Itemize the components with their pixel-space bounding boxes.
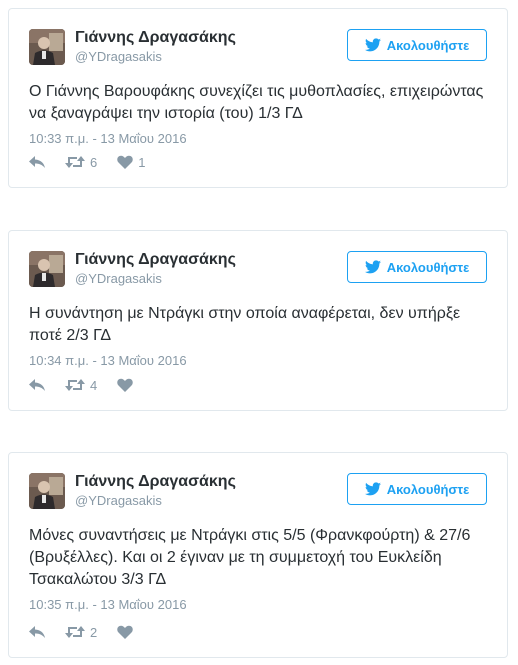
retweet-action[interactable]: 6 — [65, 155, 97, 170]
twitter-bird-icon — [364, 38, 381, 52]
twitter-bird-icon — [364, 260, 381, 274]
avatar[interactable] — [29, 251, 65, 287]
reply-icon — [29, 626, 45, 638]
like-action[interactable]: 1 — [117, 155, 145, 170]
author-name[interactable]: Γιάννης Δραγασάκης — [75, 251, 236, 269]
tweet-text: Ο Γιάννης Βαρουφάκης συνεχίζει τις μυθοπ… — [29, 83, 484, 122]
tweet-timestamp[interactable]: 10:33 π.μ. - 13 Μαΐου 2016 — [29, 131, 487, 146]
tweet-header: Γιάννης Δραγασάκης @YDragasakis Ακολουθή… — [29, 251, 487, 291]
retweet-count: 2 — [90, 624, 98, 640]
tweet-text: Μόνες συναντήσεις με Ντράγκι στις 5/5 (Φ… — [29, 527, 471, 588]
reply-icon — [29, 379, 45, 391]
tweet-text: Η συνάντηση με Ντράγκι στην οποία αναφέρ… — [29, 305, 461, 344]
tweet-timestamp[interactable]: 10:34 π.μ. - 13 Μαΐου 2016 — [29, 353, 487, 368]
tweet-actions: 4 — [29, 376, 158, 394]
tweet-card: Γιάννης Δραγασάκης @YDragasakis Ακολουθή… — [8, 452, 508, 658]
reply-icon — [29, 156, 45, 168]
heart-icon — [117, 155, 133, 169]
follow-button[interactable]: Ακολουθήστε — [347, 473, 487, 505]
retweet-count: 4 — [90, 377, 98, 393]
author-handle[interactable]: @YDragasakis — [75, 49, 162, 64]
tweet-timestamp[interactable]: 10:35 π.μ. - 13 Μαΐου 2016 — [29, 597, 487, 612]
retweet-icon — [65, 626, 85, 638]
retweet-icon — [65, 379, 85, 391]
avatar[interactable] — [29, 29, 65, 65]
follow-button[interactable]: Ακολουθήστε — [347, 251, 487, 283]
tweet-card: Γιάννης Δραγασάκης @YDragasakis Ακολουθή… — [8, 8, 508, 188]
heart-icon — [117, 378, 133, 392]
follow-label: Ακολουθήστε — [386, 259, 470, 275]
follow-button[interactable]: Ακολουθήστε — [347, 29, 487, 61]
like-count: 1 — [138, 154, 146, 170]
like-action[interactable] — [117, 625, 138, 639]
retweet-action[interactable]: 2 — [65, 625, 97, 640]
author-name[interactable]: Γιάννης Δραγασάκης — [75, 29, 236, 47]
reply-action[interactable] — [29, 155, 45, 169]
twitter-bird-icon — [364, 482, 381, 496]
retweet-action[interactable]: 4 — [65, 378, 97, 393]
reply-action[interactable] — [29, 625, 45, 639]
retweet-count: 6 — [90, 154, 98, 170]
avatar[interactable] — [29, 473, 65, 509]
author-handle[interactable]: @YDragasakis — [75, 493, 162, 508]
like-action[interactable] — [117, 378, 138, 392]
author-handle[interactable]: @YDragasakis — [75, 271, 162, 286]
tweet-header: Γιάννης Δραγασάκης @YDragasakis Ακολουθή… — [29, 473, 487, 513]
author-name[interactable]: Γιάννης Δραγασάκης — [75, 473, 236, 491]
follow-label: Ακολουθήστε — [386, 37, 470, 53]
reply-action[interactable] — [29, 378, 45, 392]
tweet-card: Γιάννης Δραγασάκης @YDragasakis Ακολουθή… — [8, 230, 508, 411]
retweet-icon — [65, 156, 85, 168]
tweet-actions: 2 — [29, 623, 158, 641]
tweet-actions: 6 1 — [29, 153, 165, 171]
heart-icon — [117, 625, 133, 639]
follow-label: Ακολουθήστε — [386, 481, 470, 497]
tweet-header: Γιάννης Δραγασάκης @YDragasakis Ακολουθή… — [29, 29, 487, 69]
